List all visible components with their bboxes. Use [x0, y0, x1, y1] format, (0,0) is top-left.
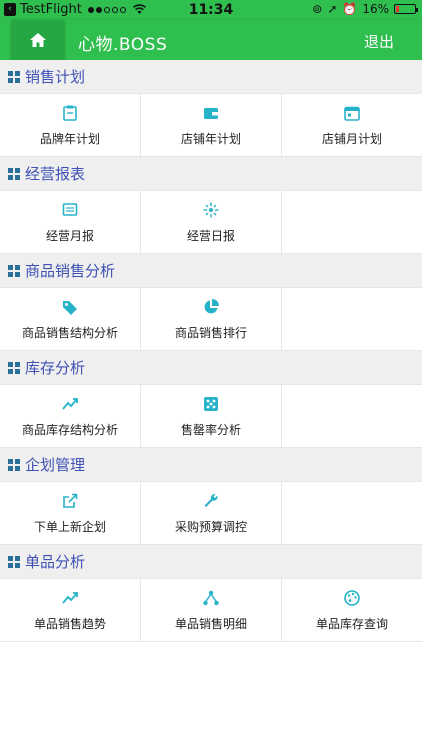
- grid-icon: [8, 264, 20, 277]
- section-title: 商品销售分析: [25, 262, 116, 280]
- app-title: 心物.BOSS: [78, 35, 168, 55]
- menu-item[interactable]: 店铺年计划: [141, 94, 282, 156]
- wrench-icon: [202, 492, 220, 510]
- palette-icon: [343, 589, 361, 607]
- menu-row: 单品销售趋势 单品销售明细 单品库存查询: [0, 578, 422, 642]
- section-header: 经营报表: [0, 157, 422, 190]
- alarm-icon: ⏰: [342, 2, 358, 16]
- clipboard-icon: [61, 104, 79, 122]
- empty-cell: [282, 482, 422, 544]
- menu-row: 品牌年计划 店铺年计划 店铺月计划: [0, 93, 422, 157]
- empty-cell: [282, 288, 422, 350]
- grid-icon: [8, 70, 20, 83]
- menu-item[interactable]: 售罄率分析: [141, 385, 282, 447]
- menu-item-label: 商品库存结构分析: [21, 422, 118, 437]
- menu-item[interactable]: 品牌年计划: [0, 94, 141, 156]
- battery-percent: 16%: [362, 2, 389, 16]
- menu-item-label: 采购预算调控: [174, 519, 247, 534]
- home-icon: [30, 33, 46, 47]
- section-header: 库存分析: [0, 351, 422, 384]
- menu-item[interactable]: 商品销售排行: [141, 288, 282, 350]
- menu-item-label: 单品销售趋势: [33, 616, 106, 631]
- section-title: 经营报表: [25, 165, 86, 183]
- menu-row: 商品库存结构分析 售罄率分析: [0, 384, 422, 448]
- menu-list: 销售计划 品牌年计划 店铺年计划 店铺月计划 经营报表 经营月报 经营日报 商品销售分析 商品销…: [0, 60, 422, 642]
- rotation-lock-icon: ⊚: [312, 2, 323, 16]
- menu-item-label: 单品销售明细: [174, 616, 247, 631]
- section-title: 库存分析: [25, 359, 86, 377]
- empty-cell: [282, 191, 422, 253]
- menu-row: 经营月报 经营日报: [0, 190, 422, 254]
- section-header: 销售计划: [0, 60, 422, 93]
- wallet-icon: [202, 104, 220, 122]
- battery-icon: [394, 4, 418, 14]
- home-button[interactable]: [12, 20, 64, 60]
- menu-item-label: 店铺年计划: [180, 131, 241, 146]
- menu-item-label: 店铺月计划: [321, 131, 382, 146]
- section-title: 企划管理: [25, 456, 86, 474]
- section-header: 企划管理: [0, 448, 422, 481]
- menu-item-label: 售罄率分析: [180, 422, 241, 437]
- grid-icon: [8, 167, 20, 180]
- section-header: 商品销售分析: [0, 254, 422, 287]
- trend-line-icon: [61, 589, 79, 607]
- menu-item-label: 经营月报: [45, 228, 94, 243]
- location-arrow-icon: ➚: [327, 2, 338, 16]
- menu-item-label: 单品库存查询: [315, 616, 388, 631]
- menu-item[interactable]: 商品销售结构分析: [0, 288, 141, 350]
- section-title: 单品分析: [25, 553, 86, 571]
- calendar-icon: [343, 104, 361, 122]
- menu-item[interactable]: 单品销售明细: [141, 579, 282, 641]
- trend-line-icon: [61, 395, 79, 413]
- menu-item[interactable]: 经营月报: [0, 191, 141, 253]
- menu-item[interactable]: 单品销售趋势: [0, 579, 141, 641]
- nav-bar: 心物.BOSS 退出: [0, 20, 422, 60]
- hierarchy-icon: [202, 589, 220, 607]
- dice-icon: [202, 395, 220, 413]
- menu-item-label: 经营日报: [186, 228, 235, 243]
- grid-icon: [8, 555, 20, 568]
- menu-row: 下单上新企划 采购预算调控: [0, 481, 422, 545]
- section-header: 单品分析: [0, 545, 422, 578]
- tag-icon: [61, 298, 79, 316]
- menu-row: 商品销售结构分析 商品销售排行: [0, 287, 422, 351]
- empty-cell: [282, 385, 422, 447]
- section-title: 销售计划: [25, 68, 86, 86]
- menu-item[interactable]: 店铺月计划: [282, 94, 422, 156]
- menu-item[interactable]: 采购预算调控: [141, 482, 282, 544]
- sparkle-icon: [202, 201, 220, 219]
- menu-item[interactable]: 商品库存结构分析: [0, 385, 141, 447]
- logout-button[interactable]: 退出: [364, 31, 394, 52]
- menu-item[interactable]: 经营日报: [141, 191, 282, 253]
- menu-item-label: 商品销售结构分析: [21, 325, 118, 340]
- pie-chart-icon: [202, 298, 220, 316]
- status-right: ⊚ ➚ ⏰ 16%: [312, 2, 418, 16]
- status-bar: ‹ TestFlight 11:34 ⊚ ➚ ⏰ 16%: [0, 0, 422, 20]
- grid-icon: [8, 361, 20, 374]
- external-link-icon: [61, 492, 79, 510]
- menu-item-label: 品牌年计划: [39, 131, 100, 146]
- grid-icon: [8, 458, 20, 471]
- menu-item[interactable]: 下单上新企划: [0, 482, 141, 544]
- menu-item-label: 下单上新企划: [33, 519, 106, 534]
- menu-item-label: 商品销售排行: [174, 325, 247, 340]
- monitor-icon: [61, 201, 79, 219]
- menu-item[interactable]: 单品库存查询: [282, 579, 422, 641]
